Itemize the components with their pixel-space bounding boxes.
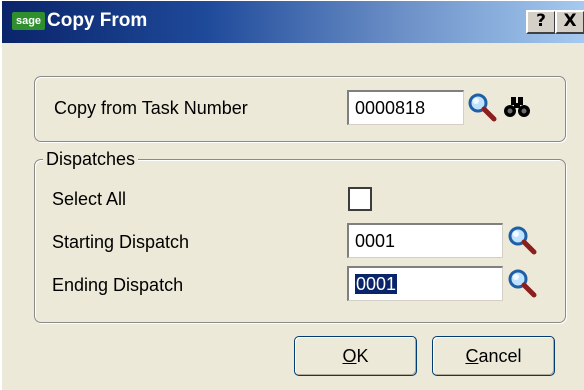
cancel-button[interactable]: Cancel	[432, 336, 555, 376]
ending-dispatch-magnifier-icon[interactable]	[507, 268, 537, 298]
task-number-value: 0000818	[355, 98, 426, 118]
task-number-label: Copy from Task Number	[54, 98, 248, 118]
title-bar[interactable]: sage Copy From ? X	[2, 1, 584, 43]
dispatches-legend: Dispatches	[43, 149, 139, 170]
ending-dispatch-field[interactable]: 0001	[347, 266, 503, 301]
cancel-mnemonic: C	[465, 346, 479, 366]
starting-dispatch-field[interactable]: 0001	[347, 223, 503, 258]
copy-from-dialog: sage Copy From ? X Copy from Task Number…	[0, 0, 584, 390]
task-number-field[interactable]: 0000818	[347, 90, 464, 125]
ending-dispatch-value: 0001	[355, 274, 398, 294]
select-all-checkbox[interactable]	[348, 187, 372, 211]
task-search-binoculars-icon[interactable]	[502, 95, 532, 119]
starting-dispatch-magnifier-icon[interactable]	[507, 225, 537, 255]
starting-dispatch-value: 0001	[355, 231, 396, 251]
close-button[interactable]: X	[555, 10, 584, 34]
ok-label-rest: K	[356, 346, 369, 366]
ending-dispatch-label: Ending Dispatch	[52, 275, 184, 295]
ok-button[interactable]: OK	[294, 336, 417, 376]
ok-mnemonic: O	[342, 346, 357, 366]
cancel-label-rest: ancel	[478, 346, 522, 366]
task-lookup-magnifier-icon[interactable]	[467, 92, 497, 122]
select-all-label: Select All	[52, 189, 127, 209]
help-button[interactable]: ?	[526, 10, 556, 34]
dialog-title: Copy From	[47, 10, 148, 31]
starting-dispatch-label: Starting Dispatch	[52, 232, 190, 252]
sage-logo-icon: sage	[12, 12, 45, 30]
